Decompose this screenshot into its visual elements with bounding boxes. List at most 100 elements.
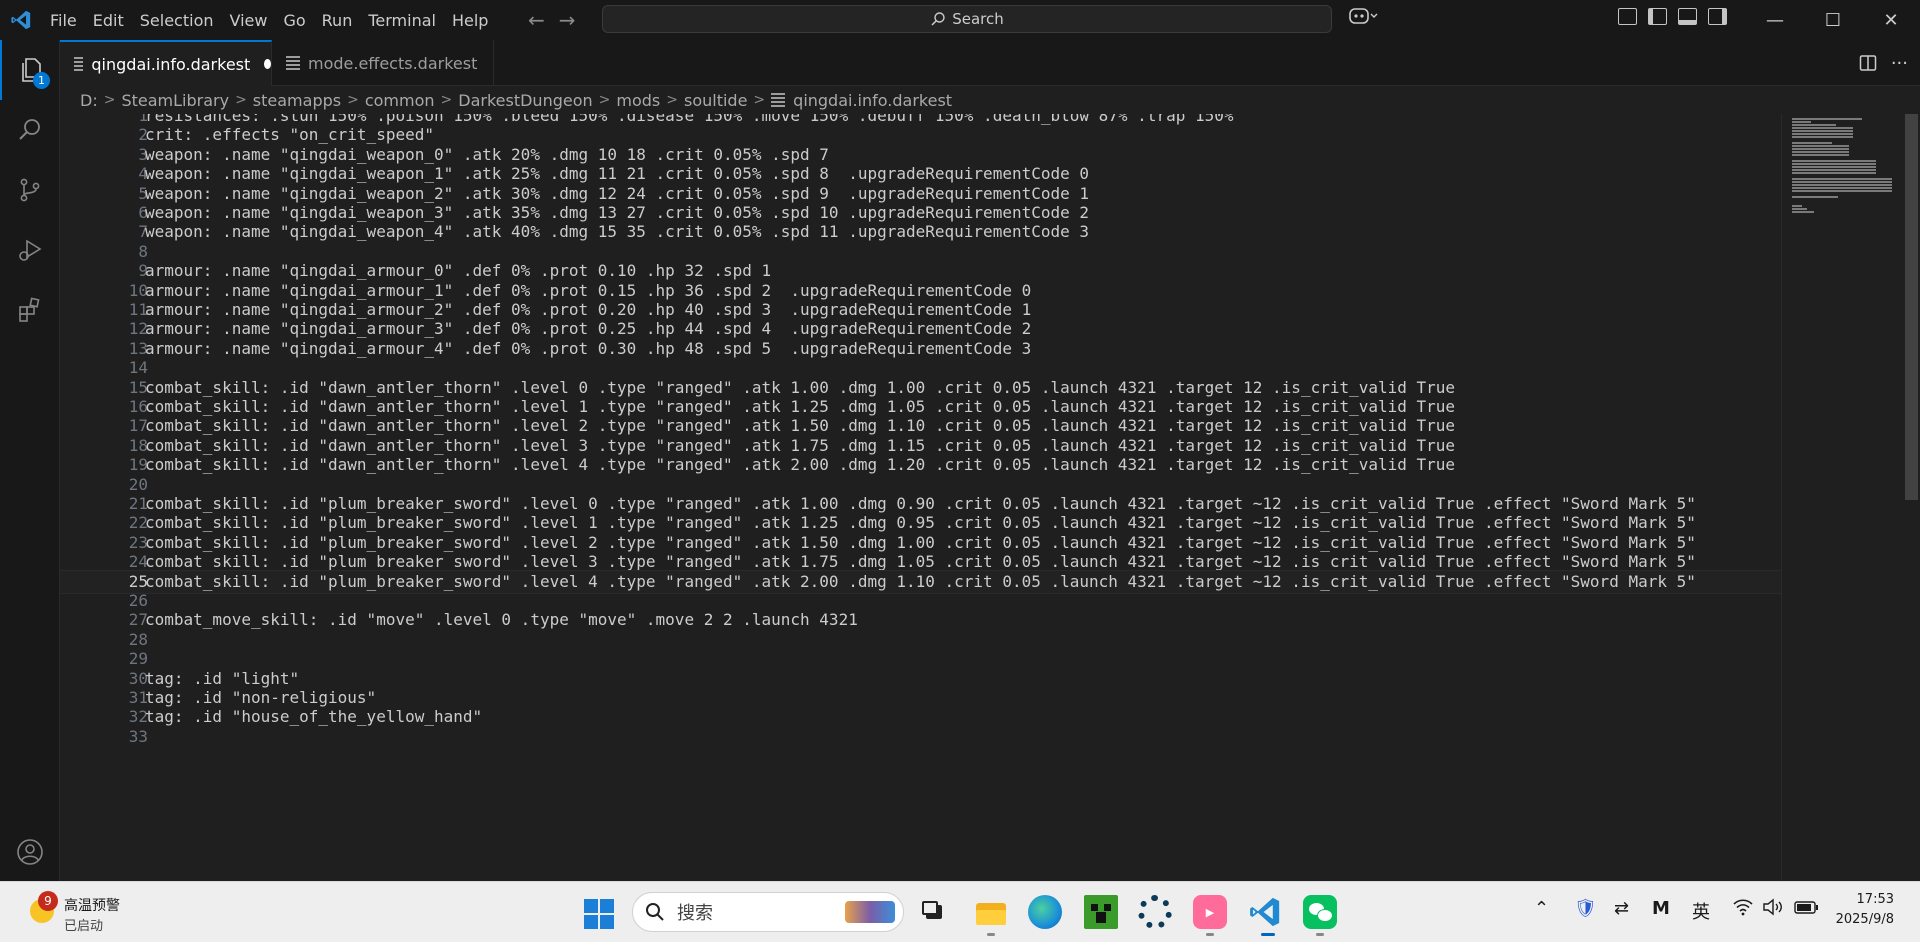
minimap-line — [1792, 196, 1838, 198]
bilibili-icon[interactable]: ▶ — [1193, 895, 1227, 929]
source-control-button[interactable] — [0, 160, 60, 220]
ime-indicator[interactable]: 英 — [1692, 898, 1710, 924]
menu-selection[interactable]: Selection — [132, 11, 222, 30]
menu-view[interactable]: View — [222, 11, 276, 30]
source-control-icon — [20, 178, 40, 202]
minimap-line — [1792, 163, 1877, 165]
vscode-taskbar-icon[interactable] — [1248, 895, 1282, 929]
forward-arrow-icon[interactable]: → — [559, 8, 576, 32]
running-indicator — [1206, 933, 1214, 936]
split-editor-icon[interactable] — [1859, 54, 1877, 72]
file-lines-icon — [286, 55, 300, 71]
code-line[interactable]: 33 — [60, 725, 1781, 749]
minimap-line — [1792, 145, 1850, 147]
settings-sliders-icon[interactable]: ⇄ — [1614, 898, 1629, 919]
extensions-button[interactable] — [0, 280, 60, 340]
start-button[interactable] — [584, 899, 614, 929]
status-app-icon[interactable]: M — [1652, 898, 1670, 919]
tab-qingdai-info[interactable]: qingdai.info.darkest — [60, 40, 272, 86]
tab-mode-effects[interactable]: mode.effects.darkest — [272, 40, 494, 86]
line-number: 33 — [128, 726, 148, 746]
edge-browser-icon[interactable] — [1028, 895, 1062, 929]
task-view-icon[interactable] — [918, 895, 952, 929]
minimap-line — [1792, 160, 1877, 162]
maximize-icon[interactable]: ☐ — [1804, 0, 1862, 40]
breadcrumb-steamlibrary[interactable]: SteamLibrary — [121, 91, 229, 110]
chevron-right-icon: > — [347, 92, 359, 108]
weather-subtitle: 已启动 — [64, 919, 104, 934]
menu-help[interactable]: Help — [444, 11, 496, 30]
menu-run[interactable]: Run — [314, 11, 361, 30]
close-icon[interactable]: ✕ — [1862, 0, 1920, 40]
account-icon — [17, 839, 43, 865]
menu-edit[interactable]: Edit — [85, 11, 132, 30]
minimap-line — [1792, 133, 1853, 135]
minimap-line — [1792, 184, 1892, 186]
chevron-up-icon[interactable]: ⌃ — [1534, 898, 1549, 919]
weather-widget[interactable]: 9 高温预警 已启动 — [26, 891, 136, 935]
search-placeholder: Search — [952, 10, 1004, 28]
minimap-line — [1792, 130, 1853, 132]
clock-time: 17:53 — [1856, 892, 1894, 907]
windows-logo-icon — [584, 899, 598, 913]
minimap-line — [1792, 154, 1850, 156]
minimap-line — [1792, 169, 1877, 171]
command-center-search[interactable]: Search — [602, 5, 1332, 33]
toggle-secondary-sidebar-icon[interactable] — [1708, 8, 1727, 25]
minimap-line — [1792, 148, 1850, 150]
minimap[interactable] — [1781, 114, 1903, 881]
unsaved-dot-icon[interactable] — [264, 59, 271, 69]
shield-icon[interactable]: 🛡 — [1574, 898, 1597, 919]
wifi-icon[interactable] — [1732, 898, 1754, 921]
menu-go[interactable]: Go — [275, 11, 313, 30]
minimap-line — [1792, 142, 1833, 144]
system-clock[interactable]: 17:53 2025/9/8 — [1836, 890, 1894, 930]
vertical-scrollbar[interactable] — [1903, 114, 1920, 881]
gear-app-icon[interactable] — [1138, 895, 1172, 929]
minecraft-icon[interactable] — [1084, 895, 1118, 929]
copilot-icon[interactable] — [1349, 6, 1379, 31]
chevron-right-icon: > — [753, 92, 766, 108]
search-icon — [646, 903, 664, 921]
accounts-button[interactable] — [0, 829, 60, 875]
breadcrumb-common[interactable]: common — [365, 91, 435, 110]
minimize-icon[interactable]: — — [1746, 0, 1804, 40]
breadcrumb-drive[interactable]: D: — [80, 91, 98, 110]
volume-icon[interactable] — [1762, 898, 1784, 921]
search-icon — [19, 119, 40, 140]
breadcrumb: D: > SteamLibrary > steamapps > common > Dar… — [60, 86, 1920, 114]
extensions-icon — [19, 297, 40, 322]
breadcrumb-file[interactable]: qingdai.info.darkest — [793, 91, 952, 110]
search-icon — [931, 12, 945, 26]
customize-layout-icon[interactable] — [1618, 8, 1637, 25]
minimap-line — [1792, 190, 1892, 192]
more-actions-icon[interactable]: ··· — [1891, 53, 1908, 74]
menu-file[interactable]: File — [42, 11, 85, 30]
breadcrumb-darkestdungeon[interactable]: DarkestDungeon — [458, 91, 592, 110]
code-editor[interactable]: 1 resistances: .stun 150% .poison 150% .b… — [60, 114, 1781, 881]
toggle-primary-sidebar-icon[interactable] — [1648, 8, 1667, 25]
toggle-panel-icon[interactable] — [1678, 8, 1697, 25]
menu-terminal[interactable]: Terminal — [360, 11, 444, 30]
breadcrumb-steamapps[interactable]: steamapps — [253, 91, 341, 110]
taskbar-search[interactable]: 搜索 — [632, 892, 904, 932]
file-explorer-icon[interactable] — [974, 895, 1008, 929]
minimap-line — [1792, 136, 1853, 138]
minimap-line — [1792, 121, 1811, 123]
editor-tabs: qingdai.info.darkest mode.effects.darkes… — [60, 40, 1920, 86]
scrollbar-thumb[interactable] — [1905, 114, 1918, 500]
battery-icon[interactable] — [1794, 898, 1820, 921]
run-debug-button[interactable] — [0, 220, 60, 280]
back-arrow-icon[interactable]: ← — [528, 8, 545, 32]
minimap-line — [1792, 211, 1814, 213]
minimap-line — [1792, 208, 1807, 210]
breadcrumb-soultide[interactable]: soultide — [684, 91, 747, 110]
taskbar-search-placeholder: 搜索 — [677, 903, 713, 924]
explorer-button[interactable]: 1 — [0, 40, 60, 100]
wechat-icon[interactable] — [1303, 895, 1337, 929]
search-view-button[interactable] — [0, 100, 60, 160]
chevron-right-icon: > — [666, 92, 678, 108]
file-lines-icon — [771, 92, 786, 108]
tab-label: qingdai.info.darkest — [91, 54, 251, 74]
breadcrumb-mods[interactable]: mods — [616, 91, 660, 110]
